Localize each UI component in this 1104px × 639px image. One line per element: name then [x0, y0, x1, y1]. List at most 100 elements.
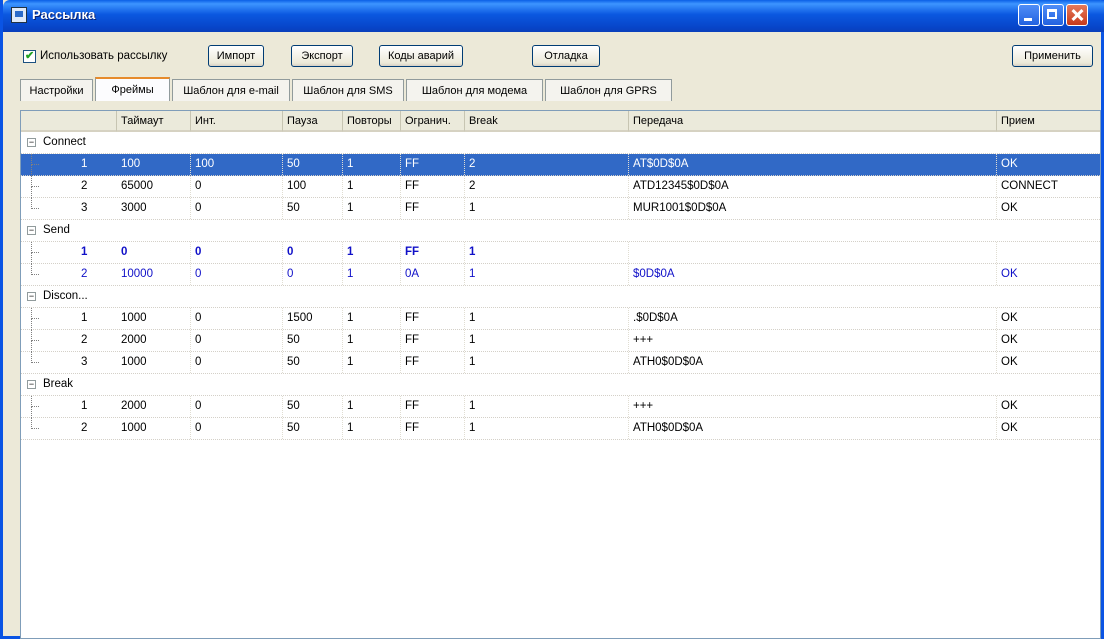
cell-limit[interactable]: FF [401, 396, 465, 417]
cell-recv[interactable]: OK [997, 264, 1100, 285]
cell-limit[interactable]: FF [401, 154, 465, 175]
tree-group-row[interactable]: − Break [21, 374, 1100, 396]
tab-sms-template[interactable]: Шаблон для SMS [292, 79, 404, 101]
column-header-brk[interactable]: Break [465, 111, 629, 132]
cell-repeat[interactable]: 1 [343, 264, 401, 285]
cell-pause[interactable]: 0 [283, 242, 343, 263]
collapse-icon[interactable]: − [27, 138, 36, 147]
tree-group-row[interactable]: − Discon... [21, 286, 1100, 308]
cell-id[interactable]: 3 [77, 198, 117, 219]
cell-repeat[interactable]: 1 [343, 242, 401, 263]
column-header-int[interactable]: Инт. [191, 111, 283, 132]
tab-settings[interactable]: Настройки [20, 79, 93, 101]
cell-limit[interactable]: FF [401, 330, 465, 351]
cell-timeout[interactable]: 3000 [117, 198, 191, 219]
cell-int[interactable]: 0 [191, 242, 283, 263]
cell-brk[interactable]: 1 [465, 198, 629, 219]
cell-timeout[interactable]: 2000 [117, 330, 191, 351]
cell-repeat[interactable]: 1 [343, 330, 401, 351]
cell-int[interactable]: 0 [191, 352, 283, 373]
table-row[interactable]: 1 0 0 0 1 FF 1 [21, 242, 1100, 264]
cell-brk[interactable]: 2 [465, 176, 629, 197]
cell-recv[interactable]: OK [997, 418, 1100, 439]
cell-brk[interactable]: 1 [465, 242, 629, 263]
cell-send[interactable]: +++ [629, 396, 997, 417]
cell-timeout[interactable]: 1000 [117, 418, 191, 439]
table-row[interactable]: 3 1000 0 50 1 FF 1 ATH0$0D$0A OK [21, 352, 1100, 374]
cell-int[interactable]: 0 [191, 176, 283, 197]
cell-int[interactable]: 0 [191, 264, 283, 285]
tab-modem-template[interactable]: Шаблон для модема [406, 79, 543, 101]
table-row[interactable]: 1 100 100 50 1 FF 2 AT$0D$0A OK [21, 154, 1100, 176]
collapse-icon[interactable]: − [27, 226, 36, 235]
cell-int[interactable]: 0 [191, 396, 283, 417]
cell-recv[interactable] [997, 242, 1100, 263]
minimize-button[interactable] [1018, 4, 1040, 26]
use-mailing-checkbox[interactable]: ✔ [23, 49, 36, 63]
cell-pause[interactable]: 50 [283, 352, 343, 373]
cell-send[interactable]: $0D$0A [629, 264, 997, 285]
apply-button[interactable]: Применить [1012, 45, 1093, 67]
cell-send[interactable]: ATH0$0D$0A [629, 418, 997, 439]
cell-send[interactable]: AT$0D$0A [629, 154, 997, 175]
cell-timeout[interactable]: 10000 [117, 264, 191, 285]
table-row[interactable]: 1 1000 0 1500 1 FF 1 .$0D$0A OK [21, 308, 1100, 330]
use-mailing-checkbox-row[interactable]: ✔ Использовать рассылку [23, 48, 167, 64]
cell-brk[interactable]: 1 [465, 264, 629, 285]
cell-repeat[interactable]: 1 [343, 396, 401, 417]
cell-brk[interactable]: 1 [465, 330, 629, 351]
cell-pause[interactable]: 1500 [283, 308, 343, 329]
cell-id[interactable]: 2 [77, 330, 117, 351]
cell-brk[interactable]: 1 [465, 352, 629, 373]
alarm-codes-button[interactable]: Коды аварий [379, 45, 463, 67]
cell-id[interactable]: 1 [77, 396, 117, 417]
cell-limit[interactable]: 0A [401, 264, 465, 285]
table-row[interactable]: 2 65000 0 100 1 FF 2 ATD12345$0D$0A CONNECT [21, 176, 1100, 198]
cell-recv[interactable]: OK [997, 198, 1100, 219]
cell-recv[interactable]: OK [997, 330, 1100, 351]
collapse-icon[interactable]: − [27, 380, 36, 389]
cell-pause[interactable]: 50 [283, 154, 343, 175]
cell-pause[interactable]: 0 [283, 264, 343, 285]
cell-limit[interactable]: FF [401, 418, 465, 439]
frames-grid[interactable]: Таймаут Инт. Пауза Повторы Огранич. Break Пере… [20, 110, 1101, 639]
table-row[interactable]: 2 2000 0 50 1 FF 1 +++ OK [21, 330, 1100, 352]
cell-id[interactable]: 1 [77, 154, 117, 175]
cell-recv[interactable]: CONNECT [997, 176, 1100, 197]
cell-brk[interactable]: 1 [465, 396, 629, 417]
cell-repeat[interactable]: 1 [343, 352, 401, 373]
cell-send[interactable]: +++ [629, 330, 997, 351]
cell-pause[interactable]: 50 [283, 198, 343, 219]
cell-limit[interactable]: FF [401, 352, 465, 373]
cell-int[interactable]: 0 [191, 418, 283, 439]
cell-pause[interactable]: 50 [283, 330, 343, 351]
tree-group-row[interactable]: − Send [21, 220, 1100, 242]
cell-limit[interactable]: FF [401, 242, 465, 263]
cell-brk[interactable]: 1 [465, 418, 629, 439]
column-header-repeat[interactable]: Повторы [343, 111, 401, 132]
cell-pause[interactable]: 100 [283, 176, 343, 197]
cell-int[interactable]: 100 [191, 154, 283, 175]
cell-pause[interactable]: 50 [283, 418, 343, 439]
cell-timeout[interactable]: 1000 [117, 352, 191, 373]
cell-recv[interactable]: OK [997, 396, 1100, 417]
cell-send[interactable]: ATH0$0D$0A [629, 352, 997, 373]
cell-int[interactable]: 0 [191, 198, 283, 219]
table-row[interactable]: 3 3000 0 50 1 FF 1 MUR1001$0D$0A OK [21, 198, 1100, 220]
cell-limit[interactable]: FF [401, 176, 465, 197]
cell-recv[interactable]: OK [997, 308, 1100, 329]
cell-id[interactable]: 1 [77, 308, 117, 329]
cell-timeout[interactable]: 2000 [117, 396, 191, 417]
cell-int[interactable]: 0 [191, 330, 283, 351]
cell-pause[interactable]: 50 [283, 396, 343, 417]
collapse-icon[interactable]: − [27, 292, 36, 301]
column-header-recv[interactable]: Прием [997, 111, 1100, 132]
cell-timeout[interactable]: 100 [117, 154, 191, 175]
cell-id[interactable]: 2 [77, 418, 117, 439]
tree-group-row[interactable]: − Connect [21, 132, 1100, 154]
cell-repeat[interactable]: 1 [343, 176, 401, 197]
column-header-tree[interactable] [21, 111, 117, 132]
column-header-timeout[interactable]: Таймаут [117, 111, 191, 132]
column-header-send[interactable]: Передача [629, 111, 997, 132]
debug-button[interactable]: Отладка [532, 45, 600, 67]
